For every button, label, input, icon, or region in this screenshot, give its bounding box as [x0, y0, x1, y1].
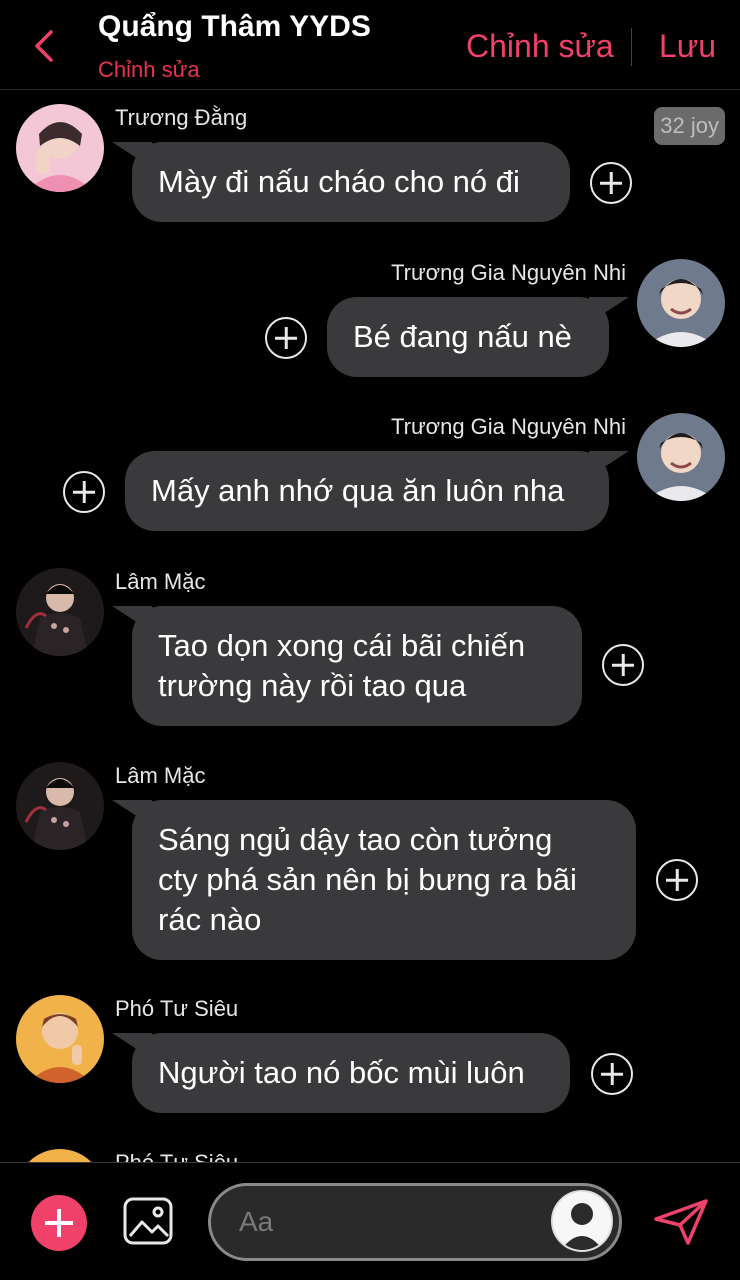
message-text: Mấy anh nhớ qua ăn luôn nha	[151, 473, 565, 508]
message-row: Lâm Mặc Tao dọn xong cái bãi chiến trườn…	[0, 555, 740, 745]
chevron-left-icon	[35, 30, 53, 62]
message-bubble[interactable]: Bé đang nấu nè	[327, 297, 609, 377]
message-text: Người tao nó bốc mùi luôn	[158, 1055, 525, 1090]
message-text-line: Tao dọn xong cái bãi chiến	[158, 628, 526, 663]
avatar[interactable]	[551, 1190, 613, 1252]
message-input-wrapper	[208, 1183, 622, 1261]
sender-name: Lâm Mặc	[115, 569, 206, 594]
chat-title: Quẩng Thâm YYDS	[98, 10, 371, 43]
header-divider	[631, 28, 632, 66]
message-row: Phó Tư Siêu	[0, 1136, 740, 1162]
composer-bar	[0, 1162, 740, 1280]
message-row: Phó Tư Siêu Người tao nó bốc mùi luôn	[0, 982, 740, 1132]
avatar[interactable]	[16, 762, 104, 850]
plus-icon[interactable]	[31, 1195, 87, 1251]
sender-name: Phó Tư Siêu	[115, 1150, 238, 1162]
sender-name: Phó Tư Siêu	[115, 996, 239, 1021]
message-row: Lâm Mặc Sáng ngủ dậy tao còn tưởng cty p…	[0, 749, 740, 979]
plus-circle-icon[interactable]	[656, 859, 698, 901]
chat-header: Quẩng Thâm YYDS Chỉnh sửa Chỉnh sửa Lưu	[0, 0, 740, 90]
avatar[interactable]	[16, 1149, 104, 1162]
message-text: Bé đang nấu nè	[353, 319, 572, 354]
edit-button[interactable]: Chỉnh sửa	[466, 28, 614, 65]
chat-area[interactable]: Trương Đằng 32 joy Mày đi nấu cháo cho n…	[0, 91, 740, 1162]
message-text-line: rác nào	[158, 902, 262, 937]
back-button[interactable]	[26, 26, 62, 66]
send-button[interactable]	[652, 1197, 710, 1247]
status-badge: 32 joy	[654, 107, 725, 145]
message-text-line: cty phá sản nên bị bưng ra bãi	[158, 862, 577, 897]
message-bubble[interactable]: Mày đi nấu cháo cho nó đi	[132, 142, 570, 222]
plus-circle-icon[interactable]	[602, 644, 644, 686]
image-icon	[123, 1197, 173, 1245]
message-text: Mày đi nấu cháo cho nó đi	[158, 164, 520, 199]
plus-circle-icon[interactable]	[63, 471, 105, 513]
avatar[interactable]	[16, 104, 104, 192]
avatar[interactable]	[637, 259, 725, 347]
message-bubble[interactable]: Mấy anh nhớ qua ăn luôn nha	[125, 451, 609, 531]
message-input[interactable]	[239, 1198, 539, 1246]
avatar[interactable]	[16, 995, 104, 1083]
image-button[interactable]	[122, 1196, 174, 1246]
message-bubble[interactable]: Người tao nó bốc mùi luôn	[132, 1033, 570, 1113]
message-bubble[interactable]: Sáng ngủ dậy tao còn tưởng cty phá sản n…	[132, 800, 636, 960]
plus-circle-icon[interactable]	[590, 162, 632, 204]
message-text-line: trường này rồi tao qua	[158, 668, 467, 703]
sender-name: Trương Đằng	[115, 105, 248, 130]
message-text-line: Sáng ngủ dậy tao còn tưởng	[158, 822, 553, 857]
sender-name: Lâm Mặc	[115, 763, 206, 788]
message-row: Trương Gia Nguyên Nhi Mấy anh nhớ qua ăn…	[0, 400, 740, 550]
avatar[interactable]	[637, 413, 725, 501]
message-row: Trương Đằng 32 joy Mày đi nấu cháo cho n…	[0, 91, 740, 241]
message-row: Trương Gia Nguyên Nhi Bé đang nấu nè	[0, 246, 740, 396]
avatar[interactable]	[16, 568, 104, 656]
sender-name: Trương Gia Nguyên Nhi	[391, 260, 626, 285]
plus-circle-icon[interactable]	[265, 317, 307, 359]
chat-subtitle[interactable]: Chỉnh sửa	[98, 57, 200, 83]
message-bubble[interactable]: Tao dọn xong cái bãi chiến trường này rồ…	[132, 606, 582, 726]
send-icon	[654, 1199, 708, 1245]
save-button[interactable]: Lưu	[659, 28, 716, 65]
plus-circle-icon[interactable]	[591, 1053, 633, 1095]
sender-name: Trương Gia Nguyên Nhi	[391, 414, 626, 439]
